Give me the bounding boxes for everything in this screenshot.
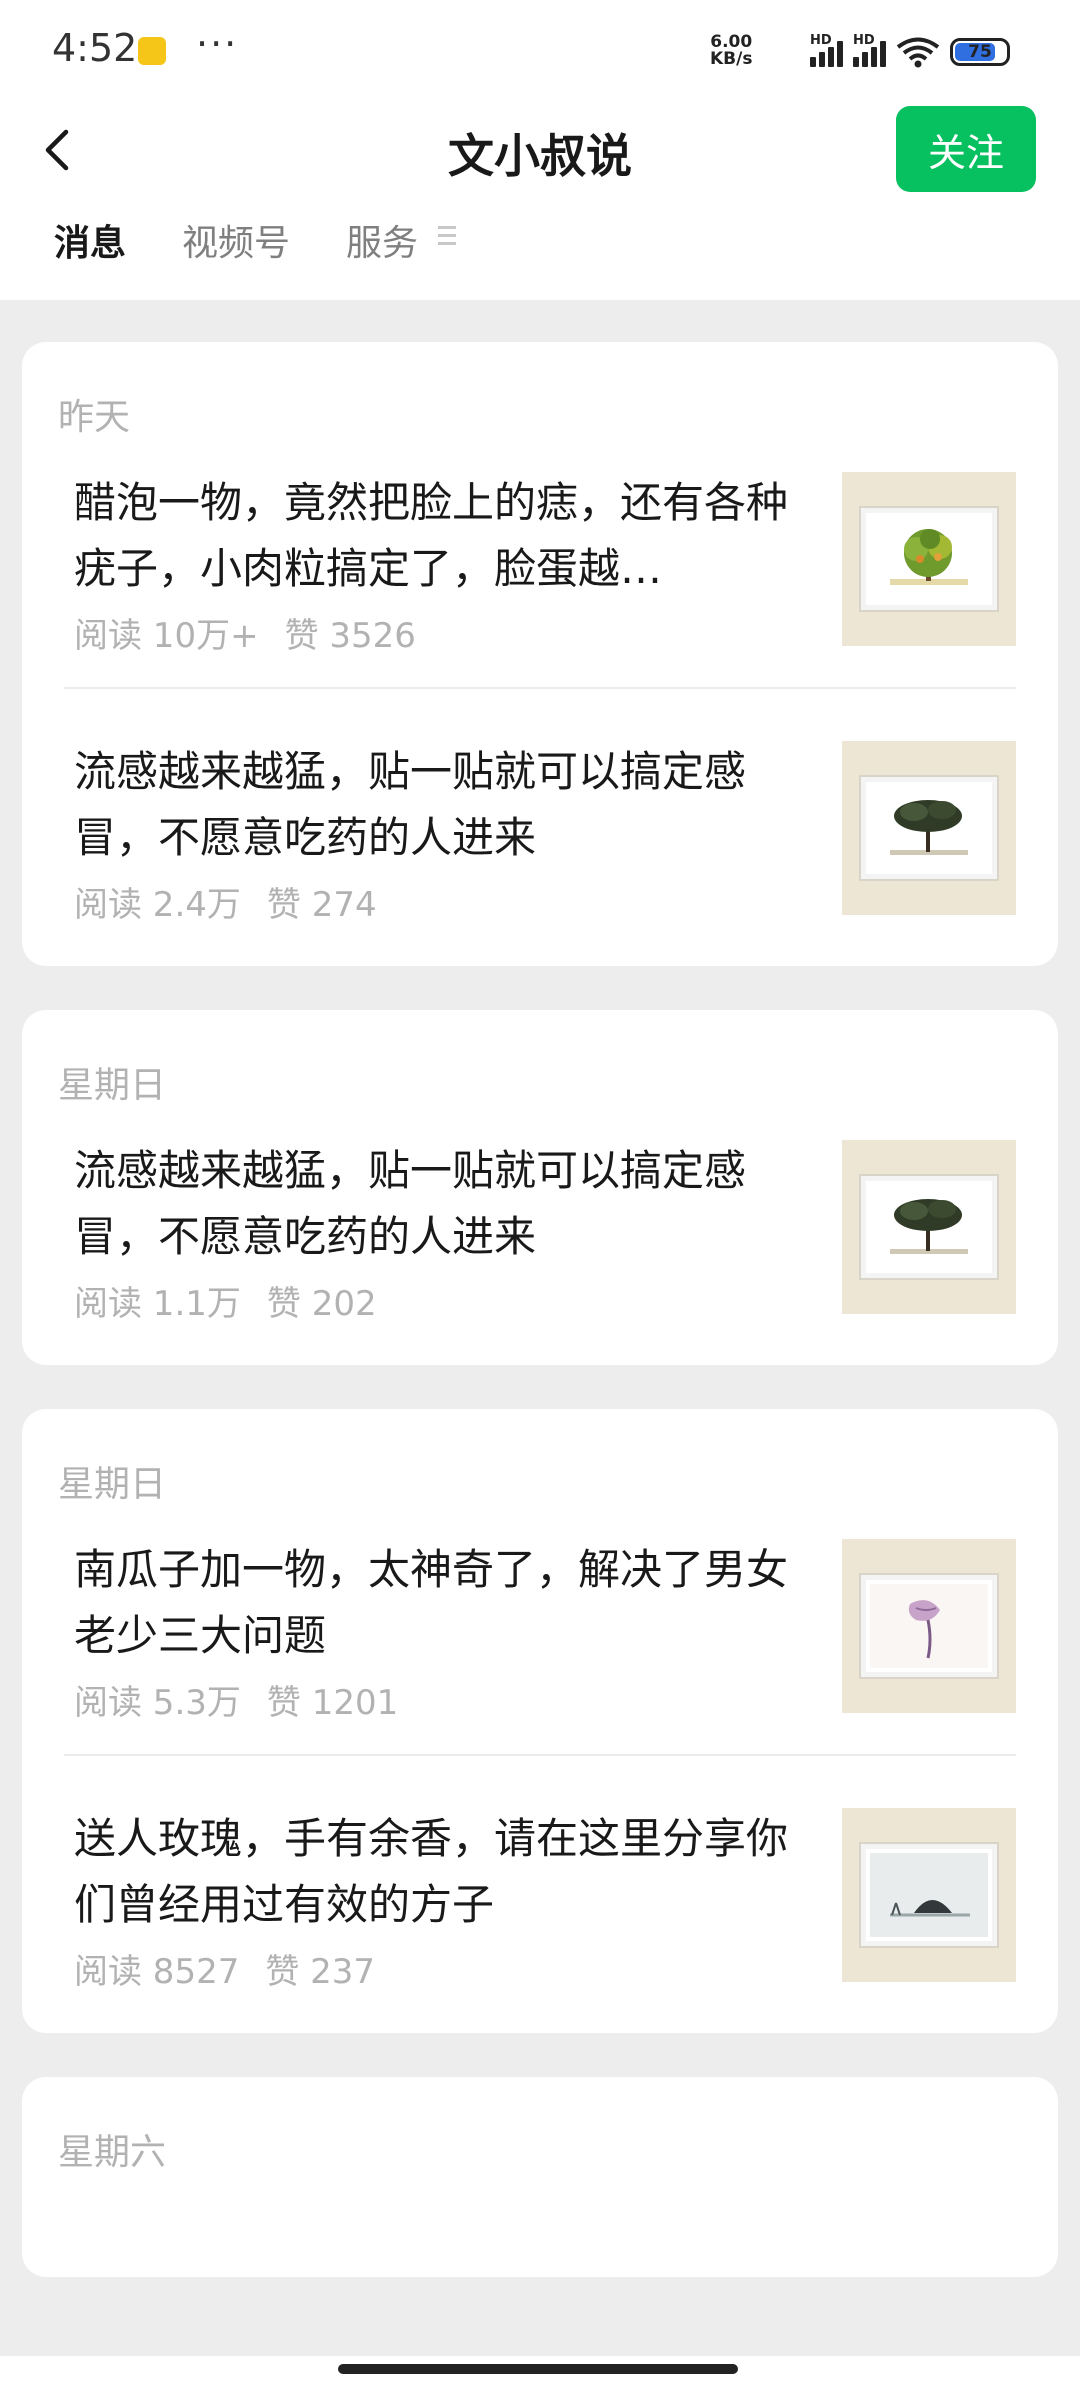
wifi-icon [896, 37, 940, 68]
message-card: 星期六 [22, 2077, 1058, 2277]
follow-button[interactable]: 关注 [896, 106, 1036, 192]
previous-card [22, 280, 1058, 296]
signal-hd-label: HD [853, 33, 875, 48]
like-count: 赞 202 [266, 1284, 377, 1324]
article-stats: 阅读 2.4万赞 274 [74, 877, 804, 926]
dark-tree-painting-icon [861, 777, 997, 879]
bottom-bar [0, 2356, 1080, 2400]
account-header: 文小叔说 关注 消息 视频号 服务 [0, 100, 1080, 300]
card-date: 昨天 [58, 397, 131, 438]
article-title[interactable]: 流感越来越猛，贴一贴就可以搞定感冒，不愿意吃药的人进来 [74, 1138, 804, 1270]
article-text: 醋泡一物，竟然把脸上的痣，还有各种疣子，小肉粒搞定了，脸蛋越… 阅读 10万+ 赞… [64, 470, 804, 657]
article-thumbnail[interactable] [842, 1140, 1016, 1314]
article-title[interactable]: 醋泡一物，竟然把脸上的痣，还有各种疣子，小肉粒搞定了，脸蛋越… [74, 470, 804, 602]
article-stats: 阅读 5.3万赞 1201 [74, 1675, 804, 1724]
like-count: 赞 3526 [284, 616, 416, 656]
article-item[interactable]: 流感越来越猛，贴一贴就可以搞定感冒，不愿意吃药的人进来 阅读 2.4万赞 274 [64, 687, 1016, 926]
tab-messages[interactable]: 消息 [45, 214, 135, 286]
message-card: 星期日 南瓜子加一物，太神奇了，解决了男女老少三大问题 阅读 5.3万赞 120… [22, 1409, 1058, 2033]
read-count: 阅读 10万+ [74, 616, 259, 656]
like-count: 赞 237 [265, 1952, 376, 1992]
green-tree-painting-icon [861, 508, 997, 610]
article-item[interactable]: 醋泡一物，竟然把脸上的痣，还有各种疣子，小肉粒搞定了，脸蛋越… 阅读 10万+ 赞… [64, 470, 1016, 657]
article-stats: 阅读 1.1万赞 202 [74, 1276, 804, 1325]
like-count: 赞 274 [266, 885, 377, 925]
article-text: 送人玫瑰，手有余香，请在这里分享你们曾经用过有效的方子 阅读 8527 赞 237 [64, 1806, 804, 1993]
status-time: 4:52 [52, 26, 138, 70]
like-count: 赞 1201 [266, 1683, 399, 1723]
article-title[interactable]: 南瓜子加一物，太神奇了，解决了男女老少三大问题 [74, 1537, 804, 1669]
tab-services[interactable]: 服务 [346, 214, 418, 286]
article-text: 流感越来越猛，贴一贴就可以搞定感冒，不愿意吃药的人进来 阅读 2.4万赞 274 [64, 739, 804, 926]
read-count: 阅读 5.3万 [74, 1683, 241, 1723]
read-count: 阅读 8527 [74, 1952, 240, 1992]
card-date: 星期日 [58, 1464, 167, 1505]
read-count: 阅读 2.4万 [74, 885, 241, 925]
article-thumbnail[interactable] [842, 472, 1016, 646]
lotus-painting-icon [861, 1575, 997, 1677]
article-text: 流感越来越猛，贴一贴就可以搞定感冒，不愿意吃药的人进来 阅读 1.1万赞 202 [64, 1138, 804, 1325]
app-notification-icon [138, 37, 166, 65]
battery-level: 75 [968, 42, 992, 62]
article-stats: 阅读 10万+ 赞 3526 [74, 608, 804, 657]
signal-hd-label: HD [810, 33, 832, 48]
home-indicator[interactable] [338, 2364, 738, 2374]
status-bar: 4:52 ··· 6.00 KB/s HD HD 75 [0, 0, 1080, 100]
tab-bar: 消息 视频号 服务 [45, 214, 418, 286]
message-feed: 昨天 醋泡一物，竟然把脸上的痣，还有各种疣子，小肉粒搞定了，脸蛋越… 阅读 10… [22, 342, 1058, 2277]
article-thumbnail[interactable] [842, 1539, 1016, 1713]
article-item[interactable]: 送人玫瑰，手有余香，请在这里分享你们曾经用过有效的方子 阅读 8527 赞 237 [64, 1754, 1016, 1993]
landscape-painting-icon [861, 1844, 997, 1946]
message-card: 昨天 醋泡一物，竟然把脸上的痣，还有各种疣子，小肉粒搞定了，脸蛋越… 阅读 10… [22, 342, 1058, 966]
dark-tree-painting-icon [861, 1176, 997, 1278]
card-date: 星期六 [58, 2132, 167, 2173]
article-text: 南瓜子加一物，太神奇了，解决了男女老少三大问题 阅读 5.3万赞 1201 [64, 1537, 804, 1724]
battery-icon: 75 [950, 38, 1010, 66]
network-speed-unit: KB/s [710, 49, 753, 69]
article-item[interactable]: 南瓜子加一物，太神奇了，解决了男女老少三大问题 阅读 5.3万赞 1201 [64, 1537, 1016, 1724]
menu-icon[interactable] [438, 226, 458, 252]
article-title[interactable]: 流感越来越猛，贴一贴就可以搞定感冒，不愿意吃药的人进来 [74, 739, 804, 871]
article-stats: 阅读 8527 赞 237 [74, 1944, 804, 1993]
article-title[interactable]: 送人玫瑰，手有余香，请在这里分享你们曾经用过有效的方子 [74, 1806, 804, 1938]
read-count: 阅读 1.1万 [74, 1284, 241, 1324]
signal-icon: HD [810, 33, 843, 67]
tab-channels[interactable]: 视频号 [182, 214, 290, 286]
more-notifications-icon: ··· [196, 22, 239, 66]
article-item[interactable]: 流感越来越猛，贴一贴就可以搞定感冒，不愿意吃药的人进来 阅读 1.1万赞 202 [64, 1138, 1016, 1325]
card-date: 星期日 [58, 1065, 167, 1106]
status-icons: HD HD 75 [810, 33, 1010, 70]
signal-icon: HD [853, 33, 886, 67]
article-thumbnail[interactable] [842, 1808, 1016, 1982]
message-card: 星期日 流感越来越猛，贴一贴就可以搞定感冒，不愿意吃药的人进来 阅读 1.1万赞… [22, 1010, 1058, 1365]
network-speed: 6.00 KB/s [710, 34, 752, 68]
article-thumbnail[interactable] [842, 741, 1016, 915]
